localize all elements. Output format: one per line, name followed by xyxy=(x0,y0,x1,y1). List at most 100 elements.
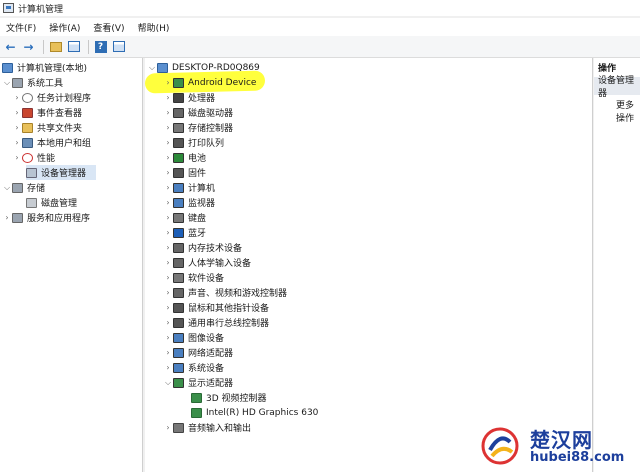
device-category[interactable]: › 固件 xyxy=(163,165,206,180)
menu-help[interactable]: 帮助(H) xyxy=(138,21,170,34)
tree-item-disk-management[interactable]: 磁盘管理 xyxy=(26,195,77,210)
chevron-right-icon[interactable]: › xyxy=(163,138,173,147)
chevron-down-icon[interactable]: ⌵ xyxy=(147,63,157,73)
device-category[interactable]: › Android Device xyxy=(163,75,256,90)
forward-button[interactable]: → xyxy=(21,39,36,54)
chevron-right-icon[interactable]: › xyxy=(163,108,173,117)
device-category[interactable]: › 键盘 xyxy=(163,210,206,225)
device-category[interactable]: › 系统设备 xyxy=(163,360,224,375)
chevron-right-icon[interactable]: › xyxy=(163,423,173,432)
chevron-right-icon[interactable]: › xyxy=(2,213,12,222)
device-category[interactable]: › 声音、视频和游戏控制器 xyxy=(163,285,287,300)
tree-item-local-users[interactable]: › 本地用户和组 xyxy=(12,135,91,150)
device-category[interactable]: › 软件设备 xyxy=(163,270,224,285)
tree-item-device-manager[interactable]: 设备管理器 xyxy=(26,165,96,180)
chevron-right-icon[interactable]: › xyxy=(163,183,173,192)
device-category[interactable]: › 存储控制器 xyxy=(163,120,233,135)
chevron-right-icon[interactable]: › xyxy=(163,153,173,162)
back-button[interactable]: ← xyxy=(3,39,18,54)
device-category[interactable]: › 通用串行总线控制器 xyxy=(163,315,269,330)
properties-button[interactable] xyxy=(111,39,126,54)
chevron-right-icon[interactable]: › xyxy=(163,168,173,177)
chevron-right-icon[interactable]: › xyxy=(163,198,173,207)
tree-services[interactable]: › 服务和应用程序 xyxy=(2,210,90,225)
chevron-down-icon[interactable]: ⌵ xyxy=(163,378,173,388)
device-category[interactable]: › 打印队列 xyxy=(163,135,224,150)
tree-item-performance[interactable]: › 性能 xyxy=(12,150,55,165)
help-button[interactable]: ? xyxy=(93,39,108,54)
forward-icon: → xyxy=(23,39,34,54)
up-folder-button[interactable] xyxy=(48,39,63,54)
chevron-right-icon[interactable]: › xyxy=(12,93,22,102)
device-category-label: 监视器 xyxy=(188,199,216,209)
device-category[interactable]: ⌵ 显示适配器 xyxy=(163,375,233,390)
chevron-right-icon[interactable]: › xyxy=(163,243,173,252)
device-3d-video-controller[interactable]: 3D 视频控制器 xyxy=(191,390,267,405)
device-category-label: 图像设备 xyxy=(188,334,225,344)
device-category-label: 计算机 xyxy=(188,184,216,194)
clock-icon xyxy=(22,92,33,103)
device-category[interactable]: › 网络适配器 xyxy=(163,345,233,360)
window-title: 计算机管理 xyxy=(18,4,64,15)
device-category-label: 人体学输入设备 xyxy=(188,259,252,269)
device-manager-icon xyxy=(26,167,37,178)
chevron-right-icon[interactable]: › xyxy=(12,108,22,117)
chevron-down-icon[interactable]: ⌵ xyxy=(2,78,12,88)
device-category[interactable]: › 监视器 xyxy=(163,195,215,210)
device-category-icon xyxy=(173,272,184,283)
device-category[interactable]: › 鼠标和其他指针设备 xyxy=(163,300,269,315)
tree-item-task-scheduler[interactable]: › 任务计划程序 xyxy=(12,90,91,105)
tree-storage[interactable]: ⌵ 存储 xyxy=(2,180,45,195)
device-category[interactable]: › 磁盘驱动器 xyxy=(163,105,233,120)
tree-item-event-viewer[interactable]: › 事件查看器 xyxy=(12,105,82,120)
tree-root[interactable]: 计算机管理(本地) xyxy=(2,60,87,75)
chevron-right-icon[interactable]: › xyxy=(163,333,173,342)
device-category-label: 音频输入和输出 xyxy=(188,424,252,434)
device-category[interactable]: › 内存技术设备 xyxy=(163,240,242,255)
device-category[interactable]: › 蓝牙 xyxy=(163,225,206,240)
chevron-right-icon[interactable]: › xyxy=(163,273,173,282)
chevron-right-icon[interactable]: › xyxy=(12,153,22,162)
chevron-right-icon[interactable]: › xyxy=(163,303,173,312)
device-category[interactable]: › 处理器 xyxy=(163,90,215,105)
tree-item-label: 性能 xyxy=(37,154,56,164)
tree-item-shared-folders[interactable]: › 共享文件夹 xyxy=(12,120,82,135)
chevron-right-icon[interactable]: › xyxy=(163,318,173,327)
chevron-right-icon[interactable]: › xyxy=(163,213,173,222)
chevron-right-icon[interactable]: › xyxy=(12,123,22,132)
tree-system-tools[interactable]: ⌵ 系统工具 xyxy=(2,75,63,90)
tree-system-tools-label: 系统工具 xyxy=(27,79,64,89)
menu-action[interactable]: 操作(A) xyxy=(49,21,80,34)
tree-root-label: 计算机管理(本地) xyxy=(17,64,88,74)
device-category[interactable]: › 图像设备 xyxy=(163,330,224,345)
actions-section-device-manager[interactable]: 设备管理器 xyxy=(594,76,640,99)
menu-view[interactable]: 查看(V) xyxy=(93,21,124,34)
chevron-right-icon[interactable]: › xyxy=(163,288,173,297)
tree-item-label: 事件查看器 xyxy=(37,109,83,119)
device-category[interactable]: › 电池 xyxy=(163,150,206,165)
chevron-right-icon[interactable]: › xyxy=(163,78,173,87)
device-category-icon xyxy=(173,137,184,148)
chevron-right-icon[interactable]: › xyxy=(163,258,173,267)
show-hide-tree-button[interactable] xyxy=(66,39,81,54)
chevron-right-icon[interactable]: › xyxy=(163,363,173,372)
chevron-right-icon[interactable]: › xyxy=(163,93,173,102)
device-category[interactable]: › 人体学输入设备 xyxy=(163,255,251,270)
device-tree: ⌵ DESKTOP-RD0Q869 › Android Device › 处理器 › 磁盘… xyxy=(144,58,593,472)
more-actions-link[interactable]: 更多操作 xyxy=(616,98,640,124)
device-category-label: 鼠标和其他指针设备 xyxy=(188,304,270,314)
device-root[interactable]: ⌵ DESKTOP-RD0Q869 xyxy=(147,60,260,75)
device-intel-hd-graphics[interactable]: Intel(R) HD Graphics 630 xyxy=(191,405,318,420)
chevron-down-icon[interactable]: ⌵ xyxy=(2,183,12,193)
chevron-right-icon[interactable]: › xyxy=(163,348,173,357)
chevron-right-icon[interactable]: › xyxy=(12,138,22,147)
device-category[interactable]: › 计算机 xyxy=(163,180,215,195)
device-category-audio-io[interactable]: › 音频输入和输出 xyxy=(163,420,251,435)
device-category-label: 系统设备 xyxy=(188,364,225,374)
chevron-right-icon[interactable]: › xyxy=(163,228,173,237)
chevron-right-icon[interactable]: › xyxy=(163,123,173,132)
device-category-label: 声音、视频和游戏控制器 xyxy=(188,289,288,299)
menu-file[interactable]: 文件(F) xyxy=(6,21,36,34)
device-category-icon xyxy=(173,287,184,298)
device-category-icon xyxy=(173,92,184,103)
